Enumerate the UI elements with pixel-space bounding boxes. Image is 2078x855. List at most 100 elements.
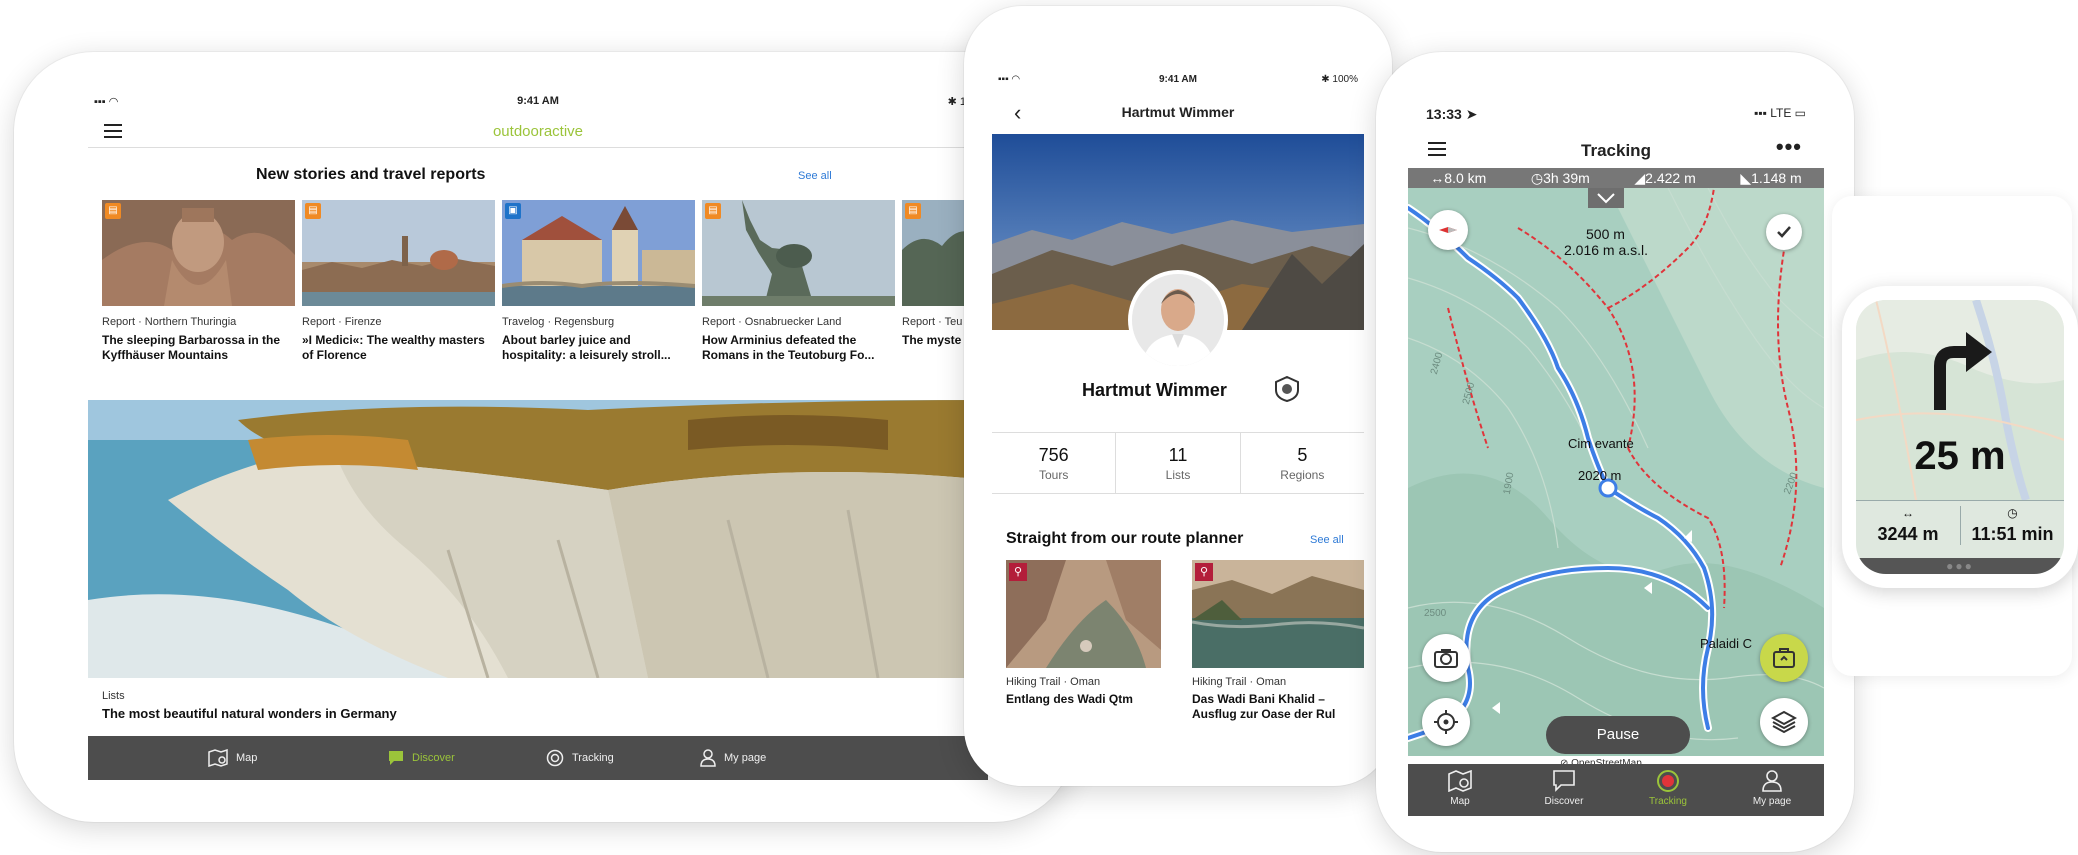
- battery-indicator: ✱ 100%: [1321, 74, 1358, 85]
- tablet-tab-bar: Map Discover Tracking My page: [88, 736, 988, 780]
- tab-my-page[interactable]: My page: [700, 736, 766, 780]
- stat-value: 8.0 km: [1444, 170, 1487, 186]
- hero-category: Lists: [102, 690, 125, 702]
- route-card[interactable]: ⚲ Hiking Trail · Oman Entlang des Wadi Q…: [1006, 560, 1161, 720]
- tab-label: Map: [1450, 796, 1470, 807]
- story-category: Report · Osnabruecker Land: [702, 316, 842, 328]
- phone-tracking-device: 13:33 ➤ ▪▪▪ LTE ▭ Tracking ••• ↔8.0 km ◷…: [1376, 52, 1854, 852]
- tab-label: My page: [724, 752, 767, 764]
- tracking-screen: 13:33 ➤ ▪▪▪ LTE ▭ Tracking ••• ↔8.0 km ◷…: [1408, 96, 1824, 816]
- stat-value: 1.148 m: [1751, 169, 1802, 186]
- see-all-link[interactable]: See all: [798, 170, 832, 182]
- route-category: Hiking Trail · Oman: [1192, 676, 1287, 688]
- checkmark-icon: [1777, 226, 1791, 238]
- story-card[interactable]: ▤ Report · Northern Thuringia The sleepi…: [102, 200, 295, 390]
- report-badge-icon: ▤: [305, 203, 321, 219]
- story-card[interactable]: ▤ Report · Osnabruecker Land How Arminiu…: [702, 200, 895, 390]
- tab-map[interactable]: Map: [208, 736, 257, 780]
- tracking-tab-bar: Map Discover Tracking My page: [1408, 764, 1824, 816]
- stories-carousel: ▤ Report · Northern Thuringia The sleepi…: [102, 200, 988, 390]
- recording-icon: [1657, 770, 1679, 792]
- tab-label: Tracking: [572, 752, 614, 764]
- user-name: Hartmut Wimmer: [1082, 380, 1227, 400]
- route-image-wadi-bani-khalid: ⚲: [1192, 560, 1364, 668]
- tracking-stats-bar: ↔8.0 km ◷3h 39m ◢2.422 m ◣1.148 m: [1408, 168, 1824, 188]
- camera-button[interactable]: [1422, 634, 1470, 682]
- profile-header: ‹ Hartmut Wimmer: [992, 92, 1364, 132]
- avatar[interactable]: [1128, 270, 1228, 370]
- confirm-button[interactable]: [1766, 214, 1802, 250]
- page-indicator-dots[interactable]: ●●●: [1856, 558, 2064, 574]
- topo-map[interactable]: 500 m 2.016 m a.s.l. Cim evante 2020 m P…: [1408, 188, 1824, 756]
- stat-value: 2.422 m: [1645, 169, 1696, 186]
- story-title: About barley juice and hospitality: a le…: [502, 333, 671, 362]
- story-category: Report · Northern Thuringia: [102, 316, 237, 328]
- tab-discover[interactable]: Discover: [388, 736, 455, 780]
- see-all-link[interactable]: See all: [1310, 534, 1344, 546]
- tab-label: Tracking: [1649, 796, 1687, 807]
- tablet-device: ▪▪▪ ◠ 9:41 AM ✱ 100% outdooractive New s…: [14, 52, 1074, 822]
- crosshair-icon: [1434, 710, 1458, 734]
- compass-button[interactable]: [1428, 210, 1468, 250]
- report-badge-icon: ▤: [705, 203, 721, 219]
- map-icon: [1448, 770, 1472, 792]
- add-waypoint-button[interactable]: [1760, 634, 1808, 682]
- page-title: Tracking: [1581, 141, 1651, 160]
- more-options-icon[interactable]: •••: [1776, 134, 1802, 160]
- clock-icon: ◷: [2007, 506, 2018, 520]
- tab-map[interactable]: Map: [1408, 764, 1512, 816]
- hero-image-cliffs[interactable]: [88, 400, 988, 678]
- distance-icon: ↔: [1902, 506, 1914, 520]
- turn-right-arrow-icon: [1934, 332, 1992, 410]
- story-card[interactable]: ▣ Travelog · Regensburg About barley jui…: [502, 200, 695, 390]
- stat-tours[interactable]: 756 Tours: [992, 433, 1117, 493]
- place-label: Palaidi C: [1700, 636, 1753, 651]
- stat-distance: ↔8.0 km: [1430, 170, 1486, 186]
- watch-remaining-distance: ↔ 3244 m: [1856, 506, 1960, 545]
- page-title: Hartmut Wimmer: [1121, 104, 1235, 120]
- story-title: The sleeping Barbarossa in the Kyffhäuse…: [102, 333, 281, 362]
- tab-tracking[interactable]: Tracking: [1616, 764, 1720, 816]
- tab-tracking[interactable]: Tracking: [546, 736, 614, 780]
- tracking-status-bar: 13:33 ➤ ▪▪▪ LTE ▭: [1408, 96, 1824, 128]
- route-title: Das Wadi Bani Khalid – Ausflug zur Oase …: [1192, 692, 1336, 721]
- status-time: 9:41 AM: [1159, 74, 1197, 85]
- status-time: 13:33 ➤: [1426, 106, 1478, 122]
- layers-button[interactable]: [1760, 698, 1808, 746]
- tab-label: Discover: [412, 752, 455, 764]
- hiking-badge-icon: ⚲: [1195, 563, 1213, 581]
- hiking-badge-icon: ⚲: [1009, 563, 1027, 581]
- tab-my-page[interactable]: My page: [1720, 764, 1824, 816]
- remaining-time-value: 11:51 min: [1971, 524, 2054, 544]
- stat-lists[interactable]: 11 Lists: [1116, 433, 1241, 493]
- stories-section-title: New stories and travel reports: [256, 166, 486, 183]
- route-title: Entlang des Wadi Qtm: [1006, 692, 1133, 706]
- discover-icon: [389, 751, 403, 765]
- map-icon: [208, 749, 228, 767]
- stat-ascent: ◢2.422 m: [1634, 170, 1695, 187]
- contour-label: 2500: [1424, 608, 1447, 619]
- route-image-wadi-qtm: ⚲: [1006, 560, 1161, 668]
- layers-icon: [1771, 710, 1797, 734]
- tablet-header: outdooractive: [88, 112, 988, 148]
- stat-label: Tours: [1038, 468, 1069, 482]
- brand-logo: outdooractive: [492, 123, 584, 140]
- locate-me-button[interactable]: [1422, 698, 1470, 746]
- travelog-badge-icon: ▣: [505, 203, 521, 219]
- tracking-header: Tracking •••: [1408, 128, 1824, 168]
- stat-value: 11: [1168, 445, 1188, 465]
- user-icon: [1762, 770, 1782, 792]
- remaining-distance-value: 3244 m: [1877, 524, 1939, 544]
- hero-title[interactable]: The most beautiful natural wonders in Ge…: [102, 706, 397, 721]
- profile-stats: 756 Tours 11 Lists 5 Regions: [992, 432, 1364, 494]
- next-turn-distance: 25 m: [1914, 434, 2006, 478]
- pause-button[interactable]: Pause: [1546, 716, 1690, 754]
- story-card[interactable]: ▤ Report · Firenze »I Medici«: The wealt…: [302, 200, 495, 390]
- signal-battery-indicator: ▪▪▪ LTE ▭: [1754, 106, 1806, 120]
- profile-status-bar: ▪▪▪ ◠ 9:41 AM ✱ 100%: [992, 70, 1364, 90]
- stat-regions[interactable]: 5 Regions: [1241, 433, 1364, 493]
- tab-discover[interactable]: Discover: [1512, 764, 1616, 816]
- route-card[interactable]: ⚲ Hiking Trail · Oman Das Wadi Bani Khal…: [1192, 560, 1364, 721]
- report-badge-icon: ▤: [905, 203, 921, 219]
- compass-icon: [1439, 227, 1457, 233]
